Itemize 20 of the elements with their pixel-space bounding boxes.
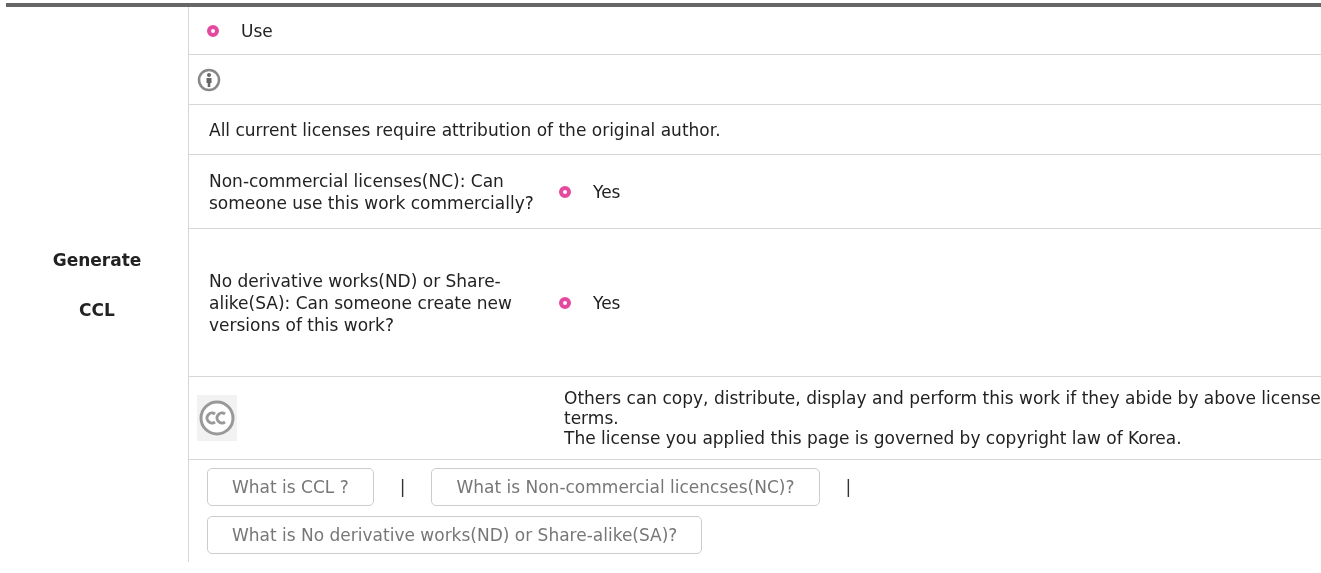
help-button[interactable]: What is Non-commercial licencses(NC)? [431, 468, 820, 506]
question-text: No derivative works(ND) or Share-alike(SA): Can someone create new versions of this work? [209, 269, 513, 337]
help-button[interactable]: What is CCL ? [207, 468, 374, 506]
radio-button[interactable] [207, 24, 219, 37]
cc-icon [197, 395, 237, 441]
license-description: Others can copy, distribute, display and perform this work if they abide by above license terms. [564, 388, 1321, 428]
section-label: CCL [79, 299, 115, 320]
attribution-note: All current licenses require attribution of the original author. [208, 119, 721, 140]
radio-button[interactable] [559, 185, 571, 198]
radio-label: Yes [593, 292, 621, 313]
question-text: Non-commercial licenses(NC): Can someone use this work commercially? [209, 169, 535, 215]
radio-label: Use [241, 20, 273, 41]
radio-label: Yes [593, 181, 621, 202]
radio-button[interactable] [559, 296, 571, 309]
person-icon [197, 67, 221, 92]
help-button[interactable]: What is No derivative works(ND) or Share-alike(SA)? [207, 516, 703, 554]
license-description: The license you applied this page is governed by copyright law of Korea. [564, 428, 1183, 448]
separator: | [845, 477, 852, 497]
separator: | [399, 477, 406, 497]
section-label: Generate [52, 249, 142, 270]
